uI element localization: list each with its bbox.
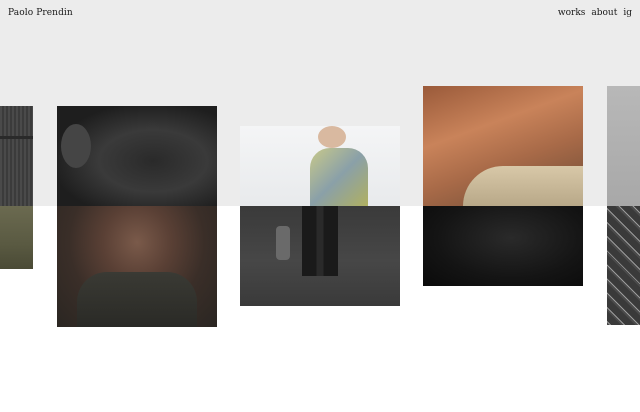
gallery-photo-figure-street[interactable] (240, 126, 400, 306)
gallery-photo-partial-right[interactable] (607, 86, 640, 325)
main-nav: works about ig (558, 8, 632, 18)
gallery-photo-partial-left[interactable] (0, 106, 33, 269)
photo-bottom-half (423, 206, 583, 286)
nav-works-link[interactable]: works (558, 8, 586, 18)
photo-bottom-half (57, 206, 217, 327)
photo-top-half (240, 126, 400, 206)
site-title[interactable]: Paolo Prendin (8, 8, 73, 18)
photo-top-half (607, 86, 640, 206)
nav-about-link[interactable]: about (591, 8, 617, 18)
photo-bottom-half (607, 206, 640, 325)
photo-top-half (423, 86, 583, 206)
gallery-photo-skin-black[interactable] (423, 86, 583, 286)
gallery-photo-portrait-man[interactable] (57, 106, 217, 327)
photo-top-half (57, 106, 217, 206)
photo-bottom-half (240, 206, 400, 306)
photo-top-half (0, 106, 33, 206)
nav-ig-link[interactable]: ig (623, 8, 632, 18)
photo-bottom-half (0, 206, 33, 269)
